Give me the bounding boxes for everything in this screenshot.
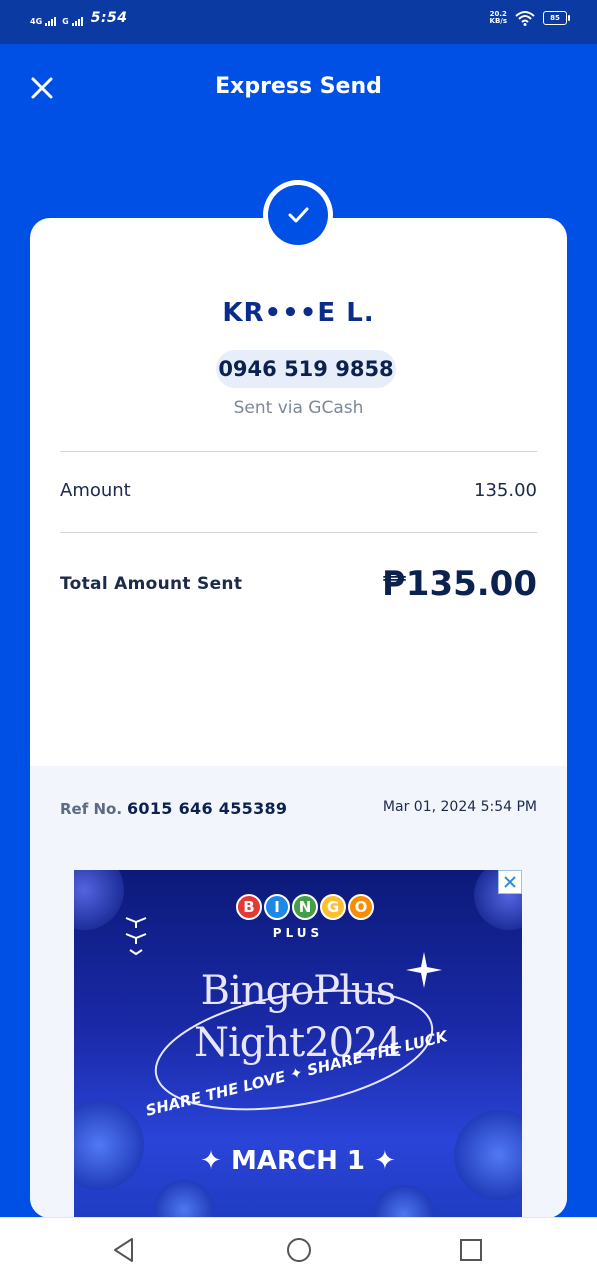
decor-orb [154, 1180, 214, 1218]
receipt-footer: Ref No. 6015 646 455389 Mar 01, 2024 5:5… [30, 766, 567, 1218]
success-badge [263, 180, 333, 250]
total-amount-label: Total Amount Sent [60, 574, 243, 594]
wifi-icon [515, 11, 535, 26]
recipient-phone: 0946 519 9858 [216, 350, 396, 388]
net-speed-unit: KB/s [489, 17, 507, 25]
divider [60, 451, 537, 452]
recipient-name: KR•••E L. [222, 298, 375, 328]
system-nav-bar [0, 1217, 597, 1281]
logo-ball-i: I [264, 894, 290, 920]
logo-ball-g: G [320, 894, 346, 920]
page-title: Express Send [215, 74, 382, 99]
success-badge-inner [268, 185, 328, 245]
receipt-card: KR•••E L. 0946 519 9858 Sent via GCash A… [30, 218, 567, 1218]
ad-title-line1: BingoPlus [200, 968, 397, 1014]
signal-g-icon: G [62, 17, 83, 26]
nav-recents-button[interactable] [457, 1236, 485, 1264]
network-label-g: G [62, 17, 69, 26]
ad-banner[interactable]: B I N G O PLUS BingoPlus Night2024 SHARE… [74, 870, 522, 1218]
net-speed: 20.2 KB/s [490, 11, 507, 25]
logo-plus-text: PLUS [272, 926, 324, 940]
back-triangle-icon [114, 1238, 133, 1262]
network-label-4g: 4G [30, 17, 43, 26]
app-header: Express Send [0, 44, 597, 134]
status-bar: 4G G 5:54 20.2 KB/s 85 [0, 0, 597, 44]
nav-back-button[interactable] [110, 1236, 138, 1264]
checkmark-icon [288, 207, 309, 223]
amount-value: 135.00 [474, 480, 537, 501]
recents-square-icon [460, 1239, 482, 1261]
ref-no-value[interactable]: 6015 646 455389 [127, 799, 287, 818]
home-circle-icon [287, 1238, 311, 1262]
logo-ball-n: N [292, 894, 318, 920]
ad-close-button[interactable] [498, 870, 522, 894]
bingo-plus-logo: B I N G O [236, 894, 374, 920]
signal-4g-icon: 4G [30, 17, 57, 26]
decor-orb [74, 1100, 144, 1190]
decor-orb [374, 1185, 434, 1218]
ref-no-label: Ref No. [60, 800, 123, 818]
transaction-datetime: Mar 01, 2024 5:54 PM [382, 799, 537, 815]
logo-ball-b: B [236, 894, 262, 920]
status-left: 4G G 5:54 [30, 10, 128, 26]
total-amount-value: ₱135.00 [382, 564, 537, 604]
divider [60, 532, 537, 533]
decor-orb [74, 870, 124, 930]
ad-close-icon [504, 876, 516, 888]
battery-icon: 85 [543, 11, 570, 25]
nav-home-button[interactable] [285, 1236, 313, 1264]
ad-event-date: ✦ MARCH 1 ✦ [200, 1146, 396, 1176]
logo-ball-o: O [348, 894, 374, 920]
sent-via-label: Sent via GCash [233, 398, 364, 418]
ad-title-line2: Night2024 [193, 1020, 403, 1066]
status-right: 20.2 KB/s 85 [490, 10, 570, 26]
amount-label: Amount [60, 480, 131, 501]
status-time: 5:54 [90, 10, 128, 26]
